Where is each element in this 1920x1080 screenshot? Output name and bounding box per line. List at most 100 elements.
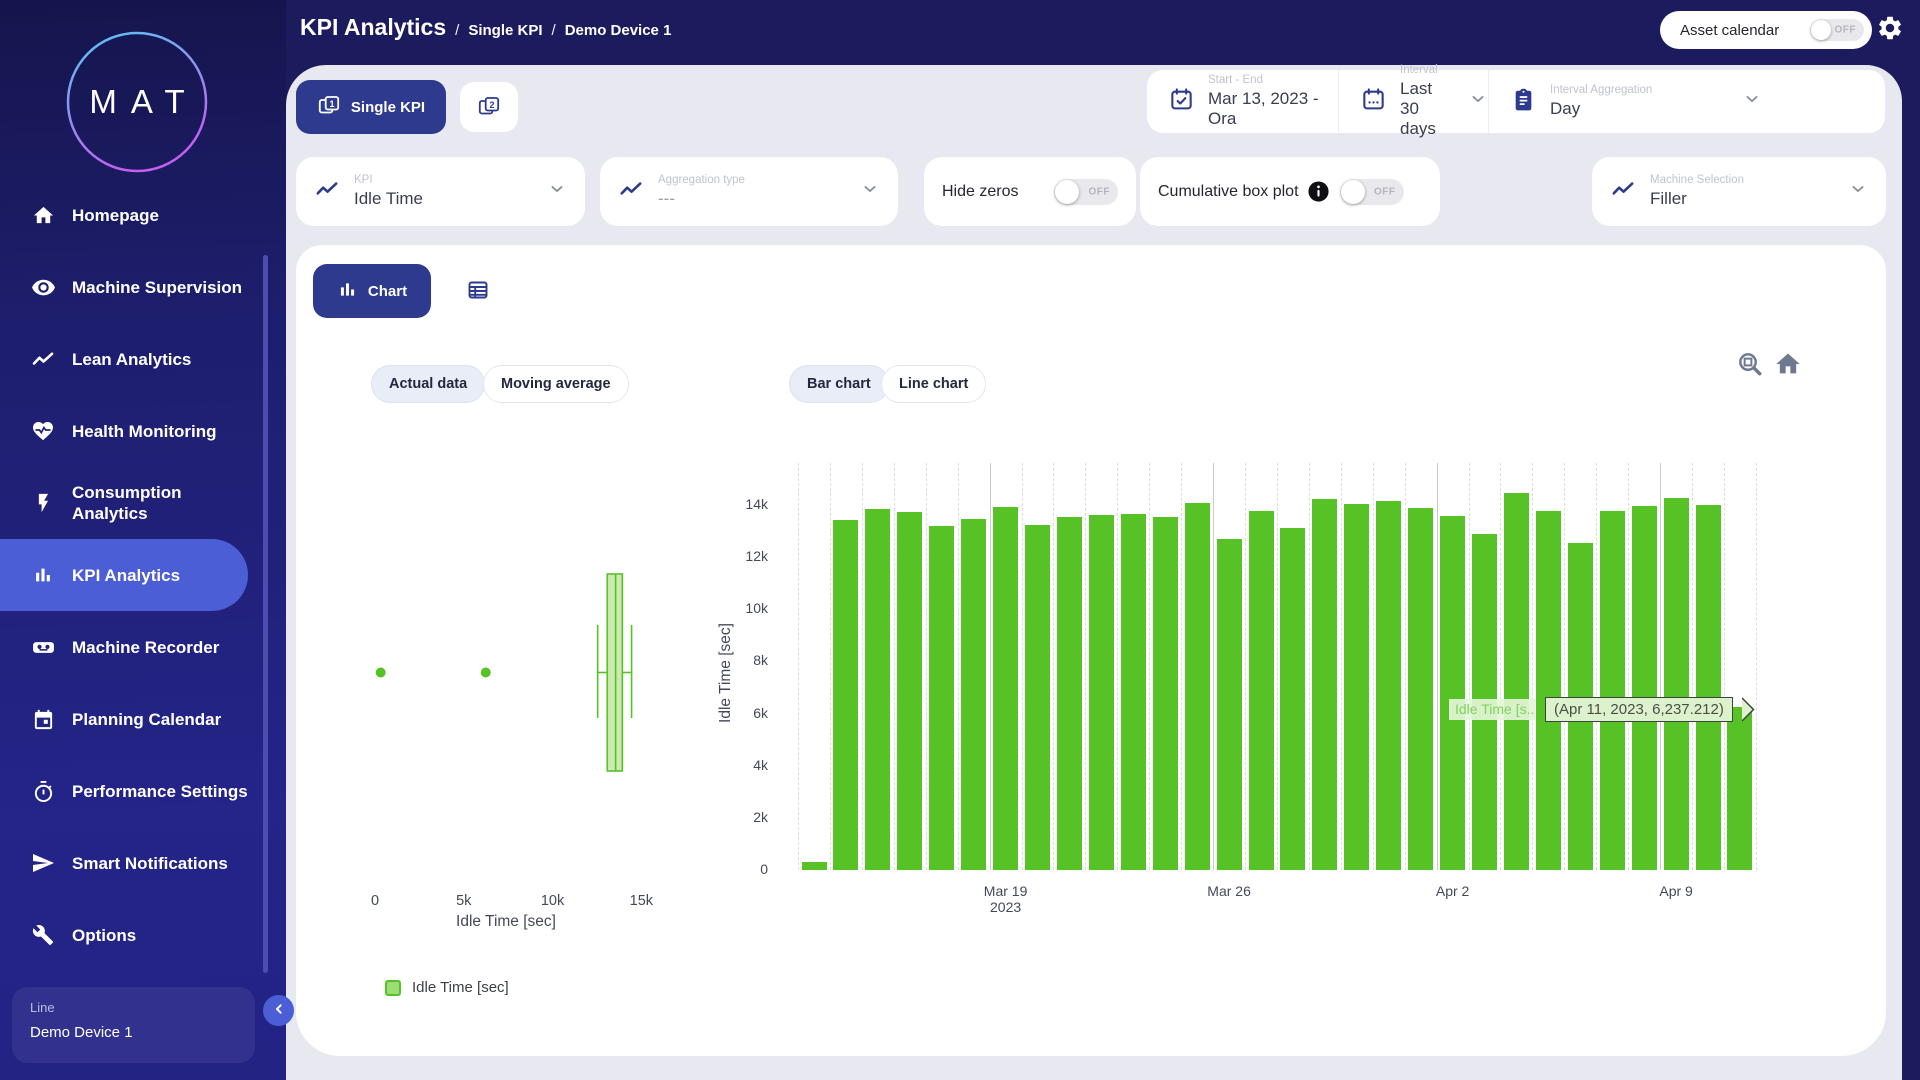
gridline-day: [1405, 463, 1406, 870]
bar-mar-26[interactable]: [1217, 539, 1242, 870]
bolt-icon: [30, 492, 56, 514]
sidebar-item-performance-settings[interactable]: Performance Settings: [0, 755, 286, 827]
hide-zeros-label: Hide zeros: [942, 183, 1054, 201]
wrench-icon: [30, 924, 56, 946]
bar-mar-31[interactable]: [1376, 501, 1401, 870]
svg-text:1: 1: [329, 99, 334, 109]
cumulative-box-plot-toggle[interactable]: OFF: [1340, 179, 1404, 205]
bar-mar-13[interactable]: [802, 862, 827, 870]
bar-mar-30[interactable]: [1344, 504, 1369, 870]
line-selector[interactable]: Line Demo Device 1: [12, 987, 255, 1063]
bar-mar-16[interactable]: [897, 512, 922, 870]
cumulative-box-plot-card: Cumulative box plot OFF: [1140, 157, 1440, 226]
sidebar-item-machine-recorder[interactable]: Machine Recorder: [0, 611, 286, 683]
multi-kpi-button[interactable]: 2: [460, 82, 518, 132]
table-view-button[interactable]: [456, 271, 500, 311]
bar-mar-19[interactable]: [993, 507, 1018, 870]
bar-mar-15[interactable]: [865, 509, 890, 870]
bar-apr-4[interactable]: [1504, 493, 1529, 870]
line-chart-chip[interactable]: Line chart: [881, 365, 986, 403]
timer-icon: [30, 780, 56, 803]
sidebar-item-smart-notifications[interactable]: Smart Notifications: [0, 827, 286, 899]
bar-apr-8[interactable]: [1632, 506, 1657, 870]
hide-zeros-toggle[interactable]: OFF: [1054, 179, 1118, 205]
tape-icon: [30, 635, 56, 660]
single-kpi-label: Single KPI: [351, 99, 425, 116]
machine-selection-select[interactable]: Machine Selection Filler: [1592, 157, 1886, 226]
box-plot-x-axis-title: Idle Time [sec]: [376, 913, 636, 931]
interval-field[interactable]: Interval Last 30 days: [1338, 70, 1488, 133]
content-panel: 1 Single KPI 2 Start - End Mar 13, 2023 …: [286, 65, 1902, 1080]
breadcrumb-single-kpi[interactable]: Single KPI: [468, 22, 542, 39]
bar-apr-5[interactable]: [1536, 511, 1561, 870]
legend-label: Idle Time [sec]: [412, 979, 509, 996]
start-end-value: Mar 13, 2023 - Ora: [1208, 89, 1338, 129]
bar-apr-9[interactable]: [1664, 498, 1689, 870]
sidebar-collapse-button[interactable]: [263, 995, 294, 1026]
sidebar-item-homepage[interactable]: Homepage: [0, 179, 286, 251]
gridline-week: [990, 463, 991, 870]
moving-average-chip[interactable]: Moving average: [483, 365, 629, 403]
sidebar-item-kpi-analytics[interactable]: KPI Analytics: [0, 539, 248, 611]
box-plot[interactable]: 05k10k15k: [340, 455, 670, 955]
gear-icon[interactable]: [1876, 14, 1904, 42]
bar-chart-plot[interactable]: [794, 460, 1760, 870]
asset-calendar-toggle[interactable]: OFF: [1810, 19, 1864, 41]
gridline-day: [1500, 463, 1501, 870]
calendar-check-icon: [1169, 87, 1194, 117]
line-selector-label: Line: [30, 1000, 237, 1015]
toggle-state: OFF: [1374, 186, 1396, 197]
gridline-day: [1022, 463, 1023, 870]
bar-mar-20[interactable]: [1025, 525, 1050, 870]
asset-calendar-pill[interactable]: Asset calendar OFF: [1660, 11, 1872, 49]
gridline-day: [1149, 463, 1150, 870]
home-reset-icon[interactable]: [1774, 350, 1804, 380]
legend-item[interactable]: Idle Time [sec]: [385, 979, 509, 996]
bar-mar-22[interactable]: [1089, 515, 1114, 870]
home-icon: [30, 204, 56, 227]
start-end-label: Start - End: [1208, 74, 1338, 86]
bar-apr-11[interactable]: [1727, 707, 1752, 870]
interval-aggregation-field[interactable]: Interval Aggregation Day: [1488, 70, 1885, 133]
bar-apr-10[interactable]: [1696, 505, 1721, 870]
sidebar-item-lean-analytics[interactable]: Lean Analytics: [0, 323, 286, 395]
bar-mar-29[interactable]: [1312, 499, 1337, 870]
svg-text:10k: 10k: [541, 893, 565, 909]
gridline-day: [1628, 463, 1629, 870]
bar-mar-28[interactable]: [1280, 528, 1305, 870]
bar-chart-chip[interactable]: Bar chart: [789, 365, 889, 403]
aggregation-type-select[interactable]: Aggregation type ---: [600, 157, 898, 226]
bar-mar-21[interactable]: [1057, 517, 1082, 870]
zoom-icon[interactable]: [1736, 350, 1766, 380]
bar-mar-14[interactable]: [833, 520, 858, 870]
bar-apr-7[interactable]: [1600, 511, 1625, 870]
sidebar-item-machine-supervision[interactable]: Machine Supervision: [0, 251, 286, 323]
bar-mar-18[interactable]: [961, 519, 986, 870]
chart-tab-button[interactable]: Chart: [313, 264, 431, 318]
bar-mar-25[interactable]: [1185, 503, 1210, 870]
bar-apr-1[interactable]: [1408, 508, 1433, 870]
bar-apr-2[interactable]: [1440, 516, 1465, 870]
info-icon[interactable]: [1307, 180, 1330, 203]
start-end-field[interactable]: Start - End Mar 13, 2023 - Ora: [1147, 70, 1338, 133]
kpi-select[interactable]: KPI Idle Time: [296, 157, 585, 226]
gridline-day: [830, 463, 831, 870]
interval-label: Interval: [1400, 64, 1454, 76]
aggregation-type-value: ---: [658, 189, 846, 209]
breadcrumb-device[interactable]: Demo Device 1: [565, 22, 672, 39]
sidebar-item-consumption-analytics[interactable]: Consumption Analytics: [0, 467, 286, 539]
bar-mar-27[interactable]: [1249, 511, 1274, 870]
single-kpi-button[interactable]: 1 Single KPI: [296, 80, 446, 134]
y-tick: 6k: [708, 705, 768, 721]
sidebar-item-planning-calendar[interactable]: Planning Calendar: [0, 683, 286, 755]
gridline-day: [1469, 463, 1470, 870]
gridline-day: [1564, 463, 1565, 870]
sidebar-item-health-monitoring[interactable]: Health Monitoring: [0, 395, 286, 467]
sidebar-scrollbar[interactable]: [263, 255, 268, 973]
sidebar-item-options[interactable]: Options: [0, 899, 286, 971]
bar-mar-23[interactable]: [1121, 514, 1146, 870]
bar-mar-17[interactable]: [929, 526, 954, 870]
actual-data-chip[interactable]: Actual data: [371, 365, 485, 403]
bar-mar-24[interactable]: [1153, 517, 1178, 870]
chart-card: Chart Actual data Moving average Bar cha…: [296, 245, 1886, 1056]
